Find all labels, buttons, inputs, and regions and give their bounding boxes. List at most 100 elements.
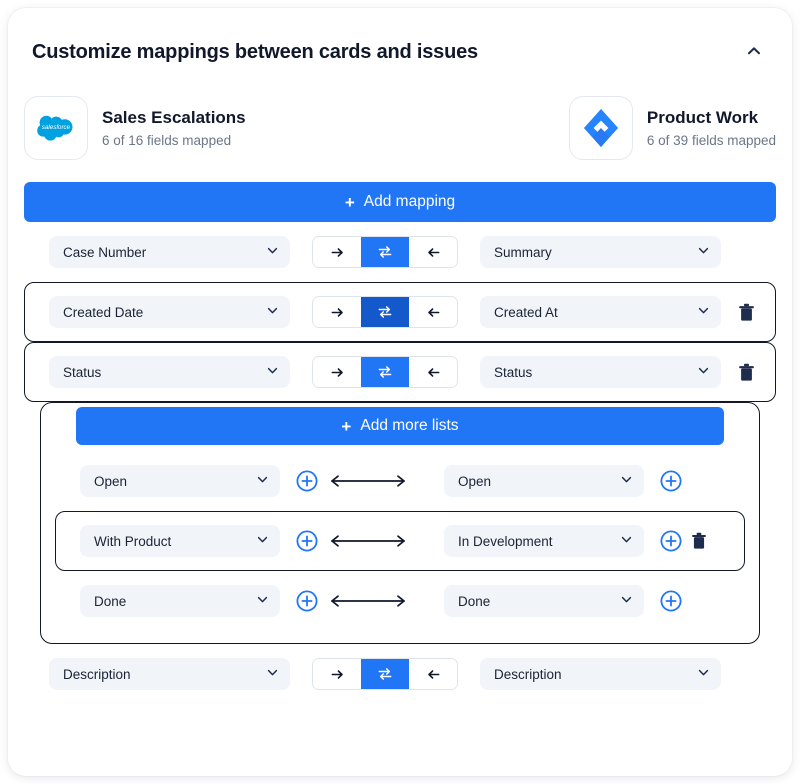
chevron-down-icon — [696, 363, 711, 381]
direction-both-button[interactable] — [361, 357, 409, 387]
collapse-button[interactable] — [740, 38, 768, 66]
chevron-down-icon — [619, 592, 634, 610]
direction-left-button[interactable] — [409, 357, 457, 387]
source-field-select[interactable]: Case Number — [49, 236, 290, 268]
trash-icon — [738, 363, 754, 381]
direction-right-button[interactable] — [313, 357, 361, 387]
add-mapping-button[interactable]: + Add mapping — [24, 182, 776, 222]
chevron-down-icon — [265, 665, 280, 683]
chevron-down-icon — [619, 472, 634, 490]
add-target-value-button[interactable] — [658, 528, 684, 554]
direction-left-button[interactable] — [409, 297, 457, 327]
target-field-select[interactable]: Created At — [480, 296, 721, 328]
mapping-row-1[interactable]: Created Date Created At — [24, 282, 776, 342]
connector-summary: salesforce Sales Escalations 6 of 16 fie… — [8, 72, 792, 160]
mapping-row-2[interactable]: Status Status — [24, 342, 776, 402]
source-field-select[interactable]: Status — [49, 356, 290, 388]
direction-right-button[interactable] — [313, 297, 361, 327]
source-field-value: Description — [63, 666, 131, 682]
add-source-value-button[interactable] — [294, 528, 320, 554]
direction-toggle-group[interactable] — [312, 236, 458, 268]
target-field-select[interactable]: Status — [480, 356, 721, 388]
arrow-both-icon — [331, 475, 405, 487]
mapping-row-3[interactable]: Description Description — [24, 644, 776, 704]
bidirectional-arrow — [320, 533, 416, 549]
direction-toggle-group[interactable] — [312, 658, 458, 690]
source-field-select[interactable]: Description — [49, 658, 290, 690]
connector-left-fields: 6 of 16 fields mapped — [102, 133, 232, 148]
arrow-right-icon — [331, 307, 343, 317]
target-field-select[interactable]: Description — [480, 658, 721, 690]
add-more-lists-label: Add more lists — [360, 417, 459, 434]
status-value-rows: Open Open With Product In Development Do… — [41, 451, 759, 631]
direction-both-button[interactable] — [361, 237, 409, 267]
plus-circle-icon — [660, 470, 682, 492]
direction-both-button[interactable] — [361, 659, 409, 689]
status-value-row-1[interactable]: With Product In Development — [55, 511, 745, 571]
salesforce-logo: salesforce — [24, 96, 88, 160]
plus-circle-icon — [296, 530, 318, 552]
source-value-select[interactable]: With Product — [80, 525, 280, 557]
direction-left-button[interactable] — [409, 659, 457, 689]
direction-right-button[interactable] — [313, 659, 361, 689]
target-value-label: Open — [458, 473, 492, 489]
source-field-value: Created Date — [63, 304, 144, 320]
delete-mapping-button[interactable] — [731, 297, 761, 327]
delete-value-mapping-button[interactable] — [686, 528, 712, 554]
trash-icon — [692, 532, 706, 549]
page-title: Customize mappings between cards and iss… — [32, 40, 478, 63]
plus-circle-icon — [296, 470, 318, 492]
source-field-value: Case Number — [63, 244, 147, 260]
target-value-label: Done — [458, 593, 491, 609]
add-more-lists-button[interactable]: + Add more lists — [76, 407, 724, 445]
connector-left-name: Sales Escalations — [102, 108, 246, 127]
target-value-select[interactable]: In Development — [444, 525, 644, 557]
add-target-value-button[interactable] — [658, 468, 684, 494]
arrow-left-icon — [427, 367, 439, 377]
chevron-down-icon — [696, 665, 711, 683]
mapping-row-0[interactable]: Case Number Summary — [24, 222, 776, 282]
delete-mapping-button[interactable] — [731, 357, 761, 387]
plus-circle-icon — [296, 590, 318, 612]
chevron-down-icon — [265, 363, 280, 381]
arrow-left-icon — [427, 669, 439, 679]
target-value-select[interactable]: Done — [444, 585, 644, 617]
direction-both-button[interactable] — [361, 297, 409, 327]
target-field-value: Summary — [494, 244, 552, 260]
direction-toggle-group[interactable] — [312, 356, 458, 388]
chevron-down-icon — [696, 303, 711, 321]
direction-right-button[interactable] — [313, 237, 361, 267]
add-target-value-button[interactable] — [658, 588, 684, 614]
arrow-both-icon — [331, 595, 405, 607]
mapping-rows: Case Number Summary Created Date Created… — [8, 222, 792, 704]
connector-left-text: Sales Escalations 6 of 16 fields mapped — [102, 108, 246, 148]
source-value-select[interactable]: Open — [80, 465, 280, 497]
source-value-label: Done — [94, 593, 127, 609]
connector-right-fields: 6 of 39 fields mapped — [646, 133, 776, 148]
arrow-right-icon — [331, 669, 343, 679]
status-value-row-0[interactable]: Open Open — [55, 451, 745, 511]
source-field-value: Status — [63, 364, 102, 380]
chevron-down-icon — [255, 532, 270, 550]
arrow-right-icon — [331, 247, 343, 257]
chevron-down-icon — [255, 592, 270, 610]
status-value-row-2[interactable]: Done Done — [55, 571, 745, 631]
source-value-select[interactable]: Done — [80, 585, 280, 617]
source-value-label: With Product — [94, 533, 172, 549]
trash-icon — [738, 303, 754, 321]
page-root: Customize mappings between cards and iss… — [0, 0, 800, 784]
target-value-select[interactable]: Open — [444, 465, 644, 497]
bidirectional-arrow — [320, 593, 416, 609]
arrow-swap-icon — [378, 306, 392, 318]
target-field-select[interactable]: Summary — [480, 236, 721, 268]
connector-left: salesforce Sales Escalations 6 of 16 fie… — [24, 96, 246, 160]
add-source-value-button[interactable] — [294, 588, 320, 614]
source-field-select[interactable]: Created Date — [49, 296, 290, 328]
direction-left-button[interactable] — [409, 237, 457, 267]
bidirectional-arrow — [320, 473, 416, 489]
add-source-value-button[interactable] — [294, 468, 320, 494]
plus-circle-icon — [660, 590, 682, 612]
mappings-card: Customize mappings between cards and iss… — [8, 8, 792, 776]
arrow-right-icon — [331, 367, 343, 377]
direction-toggle-group[interactable] — [312, 296, 458, 328]
